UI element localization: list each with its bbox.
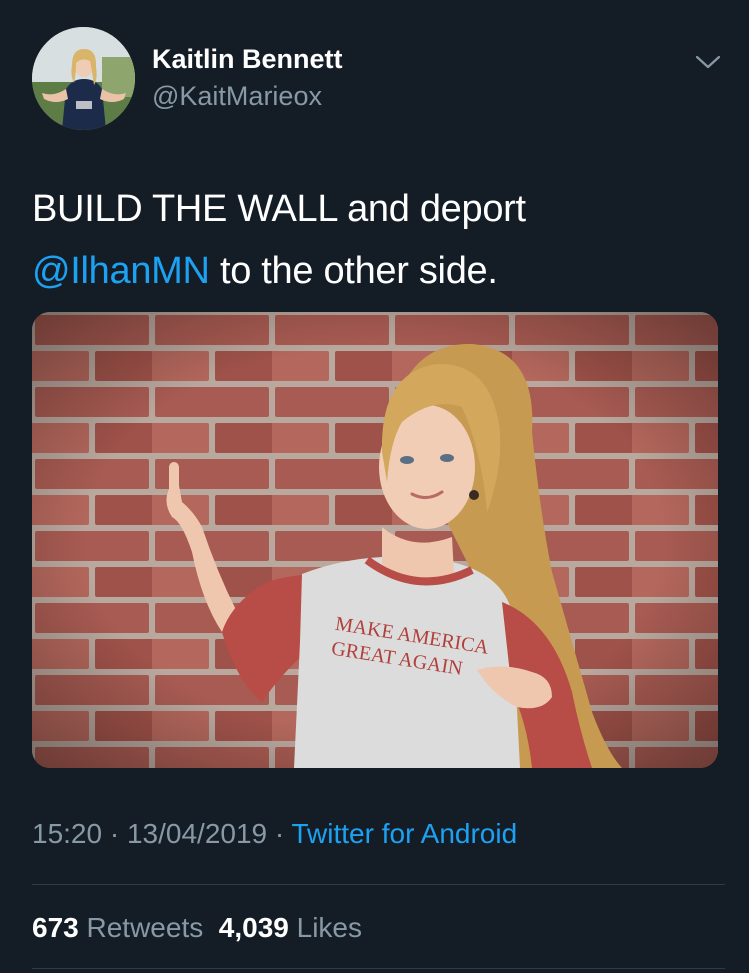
likes-count: 4,039 <box>218 912 289 943</box>
likes-stat[interactable]: 4,039 Likes <box>219 912 362 943</box>
tweet-meta: 15:20 · 13/04/2019 · Twitter for Android <box>32 816 517 852</box>
tweet-source-link[interactable]: Twitter for Android <box>292 818 518 849</box>
tweet-time[interactable]: 15:20 <box>32 818 102 849</box>
chevron-down-icon[interactable] <box>694 52 722 72</box>
tweet-card: Kaitlin Bennett @KaitMarieox BUILD THE W… <box>0 0 749 973</box>
retweets-label: Retweets <box>86 912 204 943</box>
mention-link[interactable]: @IlhanMN <box>32 250 210 292</box>
avatar[interactable] <box>32 27 135 130</box>
meta-separator: · <box>267 818 292 849</box>
retweets-count: 673 <box>32 912 79 943</box>
divider <box>32 884 725 885</box>
author-handle[interactable]: @KaitMarieox <box>152 80 322 112</box>
tweet-image[interactable]: MAKE AMERICA GREAT AGAIN <box>32 312 718 768</box>
tweet-text: BUILD THE WALL and deport @IlhanMN to the… <box>32 178 722 302</box>
author-name[interactable]: Kaitlin Bennett <box>152 43 343 75</box>
tweet-text-end: to the other side. <box>209 250 498 292</box>
tweet-date[interactable]: 13/04/2019 <box>127 818 267 849</box>
likes-label: Likes <box>296 912 363 943</box>
meta-separator: · <box>102 818 127 849</box>
retweets-stat[interactable]: 673 Retweets <box>32 912 203 943</box>
divider <box>32 968 725 969</box>
tweet-stats: 673 Retweets 4,039 Likes <box>32 910 362 946</box>
tweet-text-start: BUILD THE WALL and deport <box>32 188 526 230</box>
